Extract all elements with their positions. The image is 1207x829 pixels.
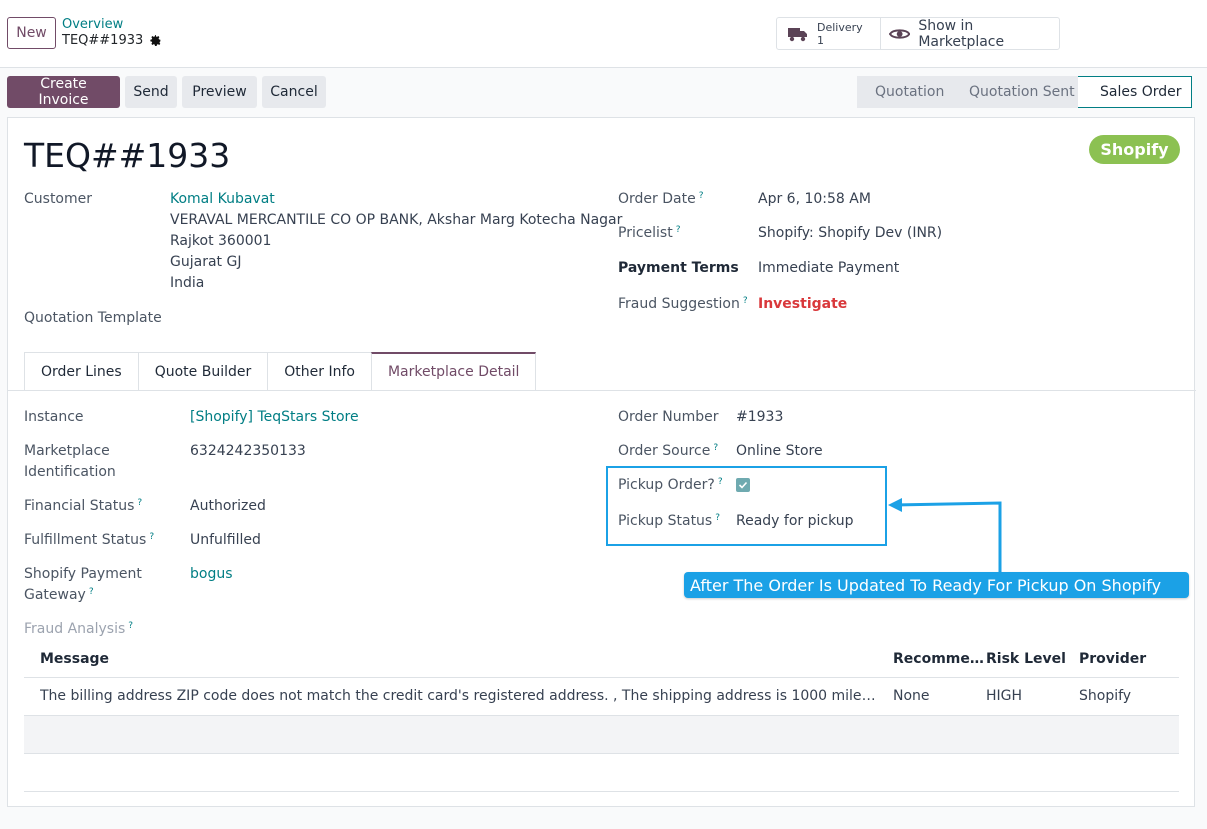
help-icon[interactable]: ?: [676, 225, 681, 235]
smart-buttons: Delivery 1 Show in Marketplace: [776, 17, 1060, 50]
status-step-quotation-sent[interactable]: Quotation Sent: [951, 76, 1079, 108]
table-row[interactable]: The billing address ZIP code does not ma…: [24, 677, 1179, 715]
payment-gateway-label-line1: Shopify Payment: [24, 566, 142, 582]
pricelist-value[interactable]: Shopify: Shopify Dev (INR): [758, 225, 942, 241]
send-button[interactable]: Send: [125, 76, 177, 108]
breadcrumb-parent[interactable]: Overview: [62, 17, 123, 32]
cancel-button[interactable]: Cancel: [262, 76, 326, 108]
message-cell: The billing address ZIP code does not ma…: [40, 688, 882, 704]
instance-label: Instance: [24, 409, 84, 425]
tab-order-lines[interactable]: Order Lines: [24, 352, 138, 391]
address-line: Gujarat GJ: [170, 254, 242, 270]
empty-row: [24, 791, 1179, 829]
eye-icon: [889, 28, 911, 39]
help-icon[interactable]: ?: [743, 296, 748, 306]
help-icon[interactable]: ?: [699, 191, 704, 201]
tab-other-info[interactable]: Other Info: [267, 352, 371, 391]
tab-quote-builder[interactable]: Quote Builder: [137, 352, 268, 391]
marketplace-identification-label-line2: Identification: [24, 464, 116, 480]
customer-label: Customer: [24, 191, 93, 207]
create-invoice-button[interactable]: Create Invoice: [7, 76, 120, 108]
help-icon[interactable]: ?: [137, 498, 142, 508]
delivery-label: Delivery: [817, 20, 863, 34]
annotation-callout: After The Order Is Updated To Ready For …: [684, 572, 1189, 598]
fulfillment-status-label: Fulfillment Status?: [24, 532, 155, 548]
preview-button[interactable]: Preview: [182, 76, 257, 108]
help-icon[interactable]: ?: [89, 587, 94, 597]
order-date-value[interactable]: Apr 6, 10:58 AM: [758, 191, 871, 207]
pickup-highlight-box: [606, 466, 887, 546]
notebook-tabs: Order Lines Quote Builder Other Info Mar…: [24, 352, 537, 391]
order-date-label: Order Date?: [618, 191, 704, 207]
provider-cell: Shopify: [1079, 688, 1132, 704]
column-header-provider[interactable]: Provider: [1079, 651, 1146, 667]
control-panel: New Overview TEQ##1933 Delivery 1 Show i…: [0, 0, 1207, 68]
quotation-template-label: Quotation Template: [24, 310, 162, 326]
fraud-suggestion-label: Fraud Suggestion?: [618, 296, 748, 312]
order-number-label: Order Number: [618, 409, 719, 425]
pricelist-label: Pricelist?: [618, 225, 681, 241]
form-sheet: TEQ##1933 Shopify Customer Komal Kubavat…: [7, 117, 1196, 807]
tab-divider: [8, 390, 1196, 391]
address-line: VERAVAL MERCANTILE CO OP BANK, Akshar Ma…: [170, 212, 623, 228]
customer-name-link[interactable]: Komal Kubavat: [170, 191, 275, 207]
payment-terms-value[interactable]: Immediate Payment: [758, 260, 899, 276]
new-button[interactable]: New: [7, 17, 56, 49]
status-step-quotation[interactable]: Quotation: [857, 76, 952, 108]
financial-status-value: Authorized: [190, 498, 266, 514]
order-source-label: Order Source?: [618, 443, 719, 459]
address-line: India: [170, 275, 205, 291]
order-source-value: Online Store: [736, 443, 823, 459]
page-title: TEQ##1933: [24, 136, 231, 175]
status-step-sales-order[interactable]: Sales Order: [1078, 76, 1192, 108]
risk-level-cell: HIGH: [986, 688, 1023, 704]
fraud-suggestion-value: Investigate: [758, 296, 848, 312]
marketplace-identification-value: 6324242350133: [190, 443, 306, 459]
column-header-recommendation[interactable]: Recomme…: [893, 651, 984, 667]
recommendation-cell: None: [893, 688, 930, 704]
delivery-smart-button[interactable]: Delivery 1: [777, 18, 881, 49]
breadcrumb-current-label: TEQ##1933: [62, 33, 144, 48]
status-bar: Quotation Quotation Sent Sales Order: [857, 76, 1192, 108]
delivery-count: 1: [817, 33, 824, 47]
shopify-badge: Shopify: [1089, 135, 1180, 164]
annotation-arrow-icon: [888, 498, 1002, 573]
breadcrumb-current: TEQ##1933: [62, 33, 162, 48]
financial-status-label: Financial Status?: [24, 498, 143, 514]
address-line: Rajkot 360001: [170, 233, 272, 249]
empty-row: [24, 715, 1179, 753]
help-icon[interactable]: ?: [128, 621, 133, 631]
column-header-risk-level[interactable]: Risk Level: [986, 651, 1066, 667]
instance-link[interactable]: [Shopify] TeqStars Store: [190, 409, 359, 425]
payment-gateway-label-line2: Gateway?: [24, 587, 94, 603]
fulfillment-status-value: Unfulfilled: [190, 532, 261, 548]
payment-terms-label: Payment Terms: [618, 260, 739, 276]
column-header-message[interactable]: Message: [40, 651, 109, 667]
marketplace-identification-label-line1: Marketplace: [24, 443, 110, 459]
truck-icon: [788, 27, 807, 41]
payment-gateway-link[interactable]: bogus: [190, 566, 233, 582]
gear-icon[interactable]: [149, 34, 162, 47]
action-buttons: Create Invoice Send Preview Cancel: [7, 76, 326, 108]
order-number-value: #1933: [736, 409, 784, 425]
show-in-marketplace-button[interactable]: Show in Marketplace: [881, 17, 1059, 50]
show-in-marketplace-label: Show in Marketplace: [918, 17, 1005, 50]
fraud-analysis-label: Fraud Analysis?: [24, 621, 134, 637]
empty-row: [24, 753, 1179, 791]
help-icon[interactable]: ?: [713, 443, 718, 453]
help-icon[interactable]: ?: [149, 532, 154, 542]
tab-marketplace-detail[interactable]: Marketplace Detail: [370, 352, 537, 391]
